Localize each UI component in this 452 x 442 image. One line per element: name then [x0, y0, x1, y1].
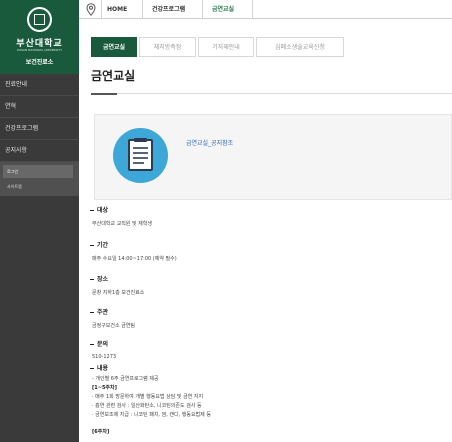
title-divider: [91, 93, 452, 94]
sidebar: 부산대학교 PUSAN NATIONAL UNIVERSITY 보건진료소 진료…: [0, 0, 79, 442]
sidebar-sub-item-login[interactable]: 로그인: [3, 165, 73, 178]
sidebar-item-health-program[interactable]: 건강프로그램: [0, 118, 79, 140]
sidebar-item-notice[interactable]: 공지사항: [0, 140, 79, 162]
sidebar-item-history[interactable]: 연혁: [0, 96, 79, 118]
section-content: 내용 - 개인별 6주 금연프로그램 제공 [1~5주차] · 매주 1회 방문…: [90, 363, 211, 437]
sidebar-sub-item-sitemap[interactable]: 사이트맵: [3, 180, 73, 193]
document-icon: [113, 128, 168, 183]
breadcrumb: HOME 건강프로그램 금연교실: [79, 0, 452, 19]
section-text: 부산대학교 교직원 및 재학생: [92, 221, 152, 227]
sidebar-sub-menu: 로그인 사이트맵: [0, 162, 79, 196]
breadcrumb-current[interactable]: 금연교실: [212, 0, 234, 19]
section-organizer: 주관 금정구보건소 금연팀: [90, 307, 135, 329]
tab-quit-smoking[interactable]: 금연교실: [91, 37, 137, 57]
section-target: 대상 부산대학교 교직원 및 재학생: [90, 205, 152, 227]
breadcrumb-home[interactable]: HOME: [107, 0, 127, 19]
content-line: - 개인별 6주 금연프로그램 제공: [92, 376, 159, 382]
breadcrumb-health-program[interactable]: 건강프로그램: [152, 0, 185, 19]
section-text: 510-1273: [92, 354, 117, 360]
section-heading: 기간: [97, 242, 109, 249]
section-location: 장소 문창 지하1층 보건진료소: [90, 274, 144, 296]
sidebar-item-clinic-info[interactable]: 진료안내: [0, 74, 79, 96]
page-title: 금연교실: [91, 69, 136, 83]
section-heading: 주관: [97, 309, 109, 316]
location-pin-icon[interactable]: [86, 3, 96, 16]
section-period: 기간 매주 수요일 14:00~17:00 (예약 필수): [90, 240, 177, 262]
section-contact: 문의 510-1273: [90, 339, 116, 360]
section-text: 문창 지하1층 보건진료소: [92, 290, 145, 296]
tab-body-fat[interactable]: 체지방측정: [139, 37, 196, 57]
section-text: 금정구보건소 금연팀: [92, 323, 135, 329]
logo-area[interactable]: 부산대학교 PUSAN NATIONAL UNIVERSITY 보건진료소: [0, 0, 79, 74]
center-name: 보건진료소: [25, 59, 54, 66]
content-line: · 흡연 관련 검사 : 일산화탄소, 니코틴의존도 검사 등: [92, 403, 202, 409]
content-line: · 금연보조제 지급 : 니코틴 패치, 껌, 캔디, 행동요법제 등: [92, 412, 211, 418]
section-heading: 장소: [97, 276, 109, 283]
tab-equipment[interactable]: 기자재안내: [198, 37, 254, 57]
section-heading: 내용: [97, 365, 109, 372]
content-line: [1~5주차]: [92, 385, 117, 391]
content-line: [6주차]: [92, 429, 110, 435]
info-card: 금연교실_공지참조: [94, 114, 452, 200]
tab-cpr-training[interactable]: 심폐소생술교육신청: [256, 37, 344, 57]
section-heading: 문의: [97, 341, 109, 348]
notice-link[interactable]: 금연교실_공지참조: [186, 138, 233, 147]
content-line: · 매주 1회 방문하여 개별 행동요법 상담 및 금연 지지: [92, 394, 204, 400]
university-emblem-icon: [27, 7, 52, 32]
section-text: 매주 수요일 14:00~17:00 (예약 필수): [92, 256, 177, 262]
title-divider-accent: [91, 93, 117, 95]
university-eng-name: PUSAN NATIONAL UNIVERSITY: [16, 48, 63, 52]
section-heading: 대상: [97, 207, 109, 214]
